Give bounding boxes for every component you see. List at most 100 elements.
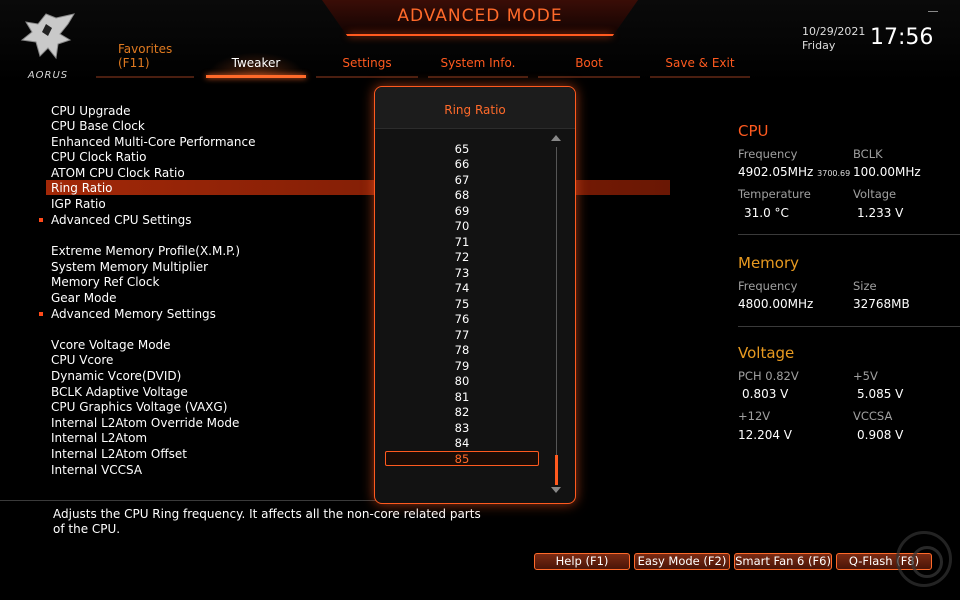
popup-header: Ring Ratio: [375, 87, 575, 129]
p12v-label: +12V: [738, 409, 771, 423]
menu-item-gear-mode[interactable]: Gear Mode: [51, 290, 116, 306]
memory-frequency-value: 4800.00MHz: [738, 297, 814, 311]
tab-favorites-label: Favorites: [118, 42, 173, 56]
menu-item-cpu-clock-ratio[interactable]: CPU Clock Ratio: [51, 149, 146, 165]
tab-save-exit-label: Save & Exit: [665, 56, 735, 70]
easy-mode-button[interactable]: Easy Mode (F2): [634, 553, 730, 570]
bclk-label: BCLK: [853, 147, 883, 161]
menu-item-igp-ratio[interactable]: IGP Ratio: [51, 196, 106, 212]
p5v-label: +5V: [853, 369, 878, 383]
cpu-frequency-value: 4902.05MHz 3700.69: [738, 165, 850, 179]
option-item[interactable]: 72: [385, 250, 539, 265]
title-underline: [348, 34, 612, 36]
tab-favorites-key: (F11): [118, 56, 150, 70]
cpu-divider: [738, 234, 960, 235]
vccsa-value: 0.908 V: [857, 428, 904, 442]
tab-system-info-label: System Info.: [440, 56, 516, 70]
option-item[interactable]: 75: [385, 297, 539, 312]
pch-value: 0.803 V: [742, 387, 789, 401]
menu-item-advanced-cpu-settings[interactable]: Advanced CPU Settings: [39, 212, 192, 228]
option-item[interactable]: 71: [385, 235, 539, 250]
menu-item-cpu-base-clock[interactable]: CPU Base Clock: [51, 118, 145, 134]
temperature-label: Temperature: [738, 187, 811, 201]
menu-item-advanced-memory-settings[interactable]: Advanced Memory Settings: [39, 306, 216, 322]
option-item[interactable]: 78: [385, 343, 539, 358]
option-item[interactable]: 65: [385, 142, 539, 157]
option-item[interactable]: 68: [385, 188, 539, 203]
option-item[interactable]: 67: [385, 173, 539, 188]
menu-item-cpu-graphics-voltage[interactable]: CPU Graphics Voltage (VAXG): [51, 399, 227, 415]
cpu-voltage-label: Voltage: [853, 187, 897, 201]
option-item[interactable]: 77: [385, 328, 539, 343]
option-item[interactable]: 74: [385, 281, 539, 296]
option-item[interactable]: 70: [385, 219, 539, 234]
menu-item-l2atom[interactable]: Internal L2Atom: [51, 430, 147, 446]
smart-fan-button[interactable]: Smart Fan 6 (F6): [734, 553, 832, 570]
tab-system-info[interactable]: System Info.: [428, 56, 528, 78]
menu-item-cpu-upgrade[interactable]: CPU Upgrade: [51, 103, 131, 119]
option-item[interactable]: 76: [385, 312, 539, 327]
menu-item-enhanced-multi-core[interactable]: Enhanced Multi-Core Performance: [51, 134, 255, 150]
tab-favorites[interactable]: Favorites (F11): [96, 42, 194, 78]
menu-item-l2atom-offset[interactable]: Internal L2Atom Offset: [51, 446, 187, 462]
option-item[interactable]: 81: [385, 390, 539, 405]
memory-size-value: 32768MB: [853, 297, 910, 311]
memory-section-title: Memory: [738, 254, 800, 272]
cpu-section-title: CPU: [738, 122, 769, 140]
bclk-value: 100.00MHz: [853, 165, 921, 179]
cpu-frequency-label: Frequency: [738, 147, 798, 161]
menu-item-vcore-voltage-mode[interactable]: Vcore Voltage Mode: [51, 337, 171, 353]
option-item[interactable]: 69: [385, 204, 539, 219]
tab-tweaker-label: Tweaker: [231, 56, 281, 70]
logo-text: AORUS: [27, 70, 69, 81]
tab-tweaker[interactable]: Tweaker: [206, 52, 306, 78]
option-item[interactable]: 66: [385, 157, 539, 172]
option-item[interactable]: 84: [385, 436, 539, 451]
voltage-section-title: Voltage: [738, 344, 795, 362]
option-item[interactable]: 80: [385, 374, 539, 389]
scroll-up-arrow-icon[interactable]: [551, 135, 561, 141]
help-button[interactable]: Help (F1): [534, 553, 630, 570]
menu-item-system-memory-multiplier[interactable]: System Memory Multiplier: [51, 259, 208, 275]
temperature-value: 31.0 °C: [744, 206, 789, 220]
page-title: ADVANCED MODE: [397, 6, 563, 26]
cpu-voltage-value: 1.233 V: [857, 206, 904, 220]
option-item[interactable]: 83: [385, 421, 539, 436]
memory-divider: [738, 326, 960, 327]
tab-boot[interactable]: Boot: [538, 56, 640, 78]
menu-item-xmp[interactable]: Extreme Memory Profile(X.M.P.): [51, 243, 240, 259]
popup-title: Ring Ratio: [444, 103, 506, 117]
tab-save-exit[interactable]: Save & Exit: [650, 56, 750, 78]
option-item[interactable]: 79: [385, 359, 539, 374]
scroll-down-arrow-icon[interactable]: [551, 487, 561, 493]
memory-size-label: Size: [853, 279, 877, 293]
menu-item-cpu-vcore[interactable]: CPU Vcore: [51, 352, 113, 368]
aorus-eagle-logo-icon: [20, 13, 76, 60]
option-item[interactable]: 82: [385, 405, 539, 420]
menu-item-internal-vccsa[interactable]: Internal VCCSA: [51, 462, 142, 478]
date-text: 10/29/2021: [802, 25, 866, 38]
cpu-frequency-sub: 3700.69: [817, 169, 851, 178]
clock: 17:56: [870, 25, 934, 50]
watermark-logo-icon: [896, 531, 952, 587]
tab-settings[interactable]: Settings: [316, 56, 418, 78]
option-item-selected[interactable]: 85: [385, 451, 539, 466]
cpu-frequency-main: 4902.05MHz: [738, 165, 814, 179]
menu-item-bclk-adaptive-voltage[interactable]: BCLK Adaptive Voltage: [51, 384, 188, 400]
ring-ratio-popup: Ring Ratio 65 66 67 68 69 70 71 72 73 74…: [374, 86, 576, 504]
tab-boot-label: Boot: [575, 56, 603, 70]
menu-item-l2atom-override-mode[interactable]: Internal L2Atom Override Mode: [51, 415, 239, 431]
date-display: 10/29/2021 Friday: [802, 25, 865, 53]
p12v-value: 12.204 V: [738, 428, 793, 442]
menu-item-dynamic-vcore[interactable]: Dynamic Vcore(DVID): [51, 368, 181, 384]
header: ADVANCED MODE AORUS Favorites (F11) Twea…: [0, 0, 960, 82]
menu-item-atom-cpu-clock-ratio[interactable]: ATOM CPU Clock Ratio: [51, 165, 185, 181]
menu-item-memory-ref-clock[interactable]: Memory Ref Clock: [51, 274, 159, 290]
option-item[interactable]: 73: [385, 266, 539, 281]
day-text: Friday: [802, 39, 836, 52]
scrollbar-track[interactable]: [556, 147, 557, 477]
p5v-value: 5.085 V: [857, 387, 904, 401]
minimize-icon[interactable]: [928, 11, 938, 12]
scrollbar-thumb[interactable]: [555, 455, 558, 485]
menu-item-ring-ratio[interactable]: Ring Ratio: [51, 180, 113, 196]
